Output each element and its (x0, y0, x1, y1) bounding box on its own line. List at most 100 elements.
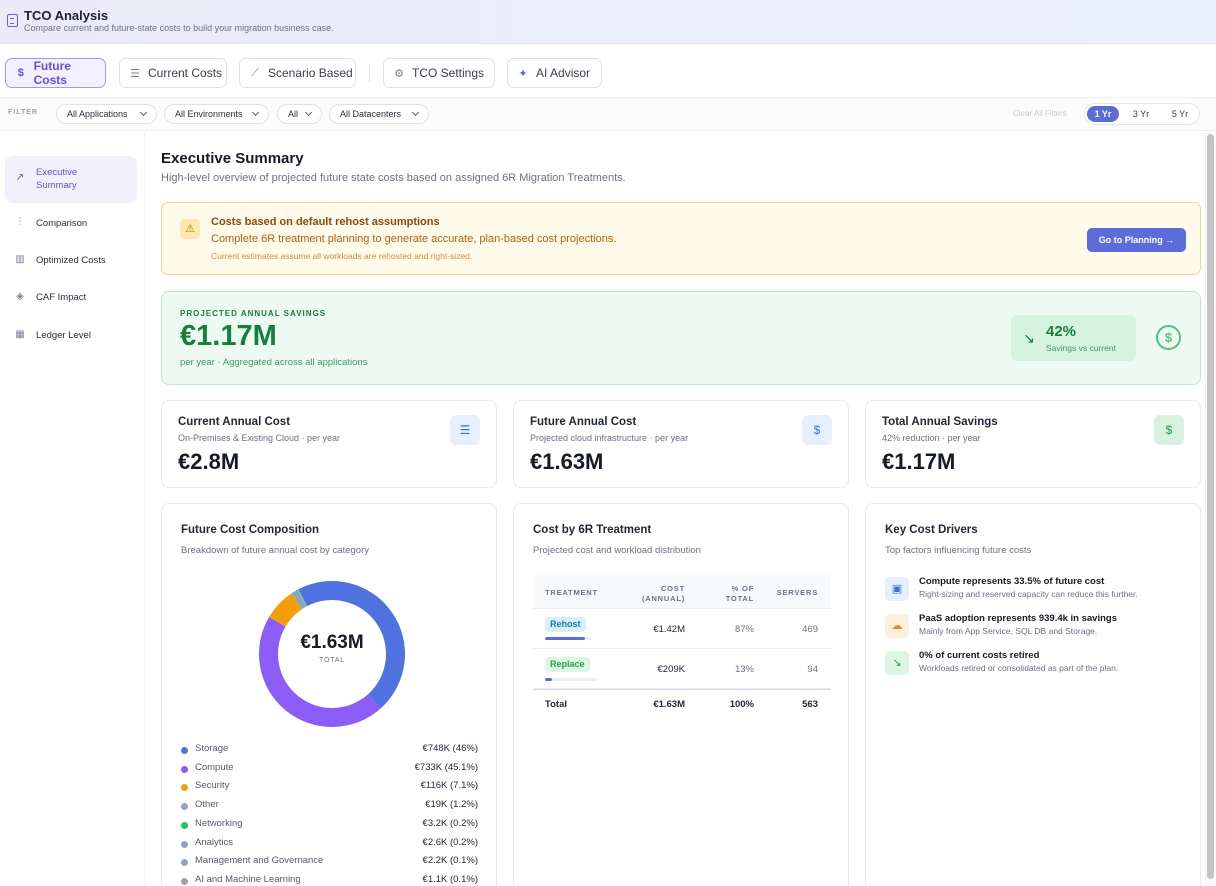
savings-subtext: per year · Aggregated across all applica… (180, 357, 368, 368)
year-5-button[interactable]: 5 Yr (1164, 106, 1196, 122)
tab-scenario-based[interactable]: ⟋ Scenario Based (239, 58, 356, 88)
application-filter[interactable]: All Applications (56, 104, 157, 124)
legend-swatch (181, 784, 188, 792)
year-1-button[interactable]: 1 Yr (1087, 106, 1119, 122)
sidebar-item-comparison[interactable]: ⫶ Comparison (5, 212, 137, 234)
calculator-icon (7, 14, 18, 27)
kpi-subtitle: 42% reduction · per year (882, 433, 981, 443)
legend-value: €116K (7.1%) (420, 780, 478, 792)
filter-bar: FILTER All Applications All Environments… (0, 98, 1216, 131)
driver-title: 0% of current costs retired (919, 650, 1040, 661)
header-line: (ANNUAL) (641, 594, 685, 603)
go-to-planning-button[interactable]: Go to Planning → (1087, 228, 1186, 252)
kpi-title: Future Annual Cost (530, 416, 637, 428)
driver-description: Right-sizing and reserved capacity can r… (919, 589, 1138, 599)
legend-name: AI and Machine Learning (195, 873, 301, 885)
grid-icon: ▦ (15, 329, 25, 340)
treatment-badge: Rehost (545, 617, 586, 632)
tab-divider (369, 66, 370, 82)
driver-title: PaaS adoption represents 939.4k in savin… (919, 613, 1117, 624)
environment-filter[interactable]: All Environments (164, 104, 269, 124)
treatment-badge: Replace (545, 657, 590, 672)
legend-value: €2.6K (0.2%) (422, 836, 478, 848)
percent-cell: 87% (734, 624, 754, 635)
total-cost: €1.63M (653, 699, 685, 710)
year-3-button[interactable]: 3 Yr (1125, 106, 1157, 122)
datacenter-filter[interactable]: All Datacenters (329, 104, 429, 124)
kpi-value: €1.17M (882, 449, 956, 474)
table-row[interactable]: Replace €209K 13% 94 (533, 649, 831, 689)
warning-note: Current estimates assume all workloads a… (211, 251, 473, 261)
header-percent: % OF TOTAL (726, 584, 754, 604)
generic-filter[interactable]: All (277, 104, 322, 124)
card-subtitle: Projected cost and workload distribution (533, 545, 701, 556)
sidebar-item-ledger-level[interactable]: ▦ Ledger Level (5, 324, 137, 346)
header-servers: SERVERS (776, 588, 818, 597)
sidebar-item-label: Comparison (36, 218, 88, 229)
legend-swatch (181, 821, 188, 829)
bar-chart-icon: ⫶ (18, 217, 22, 228)
sidebar-item-optimized-costs[interactable]: ▥ Optimized Costs (5, 249, 137, 271)
table-header: TREATMENT COST (ANNUAL) % OF TOTAL SERVERS (533, 575, 831, 609)
filter-label: FILTER (8, 109, 38, 116)
sidebar-item-executive-summary[interactable]: ↗ Executive Summary (5, 156, 137, 203)
year-selector: 1 Yr 3 Yr 5 Yr (1084, 103, 1200, 125)
table-row[interactable]: Rehost €1.42M 87% 469 (533, 609, 831, 649)
warning-title: Costs based on default rehost assumption… (211, 216, 440, 228)
warning-icon: ⚠ (180, 219, 200, 239)
chevron-down-icon (139, 108, 148, 117)
servers-cell: 469 (802, 624, 818, 635)
sidebar-item-label: Ledger Level (36, 330, 91, 341)
tab-label: AI Advisor (536, 66, 591, 80)
card-title: Cost by 6R Treatment (533, 524, 652, 536)
app-header: TCO Analysis Compare current and future-… (0, 0, 1216, 44)
legend-name: Management and Governance (195, 855, 324, 867)
cloud-icon: ☁ (885, 614, 909, 638)
legend-swatch (181, 840, 188, 848)
share-bar (545, 678, 597, 681)
sparkle-icon: ✦ (518, 67, 528, 80)
dropdown-label: All Environments (175, 109, 243, 119)
savings-percent-label: Savings vs current (1046, 343, 1116, 353)
legend-item: AI and Machine Learning €1.1K (0.1%) (181, 874, 478, 886)
clear-filters-link[interactable]: Clear All Filters (1013, 109, 1067, 118)
legend-item: Security €116K (7.1%) (181, 780, 478, 796)
legend-value: €2.2K (0.1%) (422, 855, 478, 867)
legend-swatch (181, 747, 188, 754)
scrollbar-thumb[interactable] (1207, 134, 1214, 879)
trend-down-icon: ↘ (1023, 330, 1035, 346)
legend-value: €19K (1.2%) (425, 799, 478, 811)
tab-future-costs[interactable]: $ Future Costs (5, 58, 106, 88)
legend-item: Other €19K (1.2%) (181, 799, 478, 815)
projected-savings-card: PROJECTED ANNUAL SAVINGS €1.17M per year… (161, 291, 1201, 385)
kpi-subtitle: On-Premises & Existing Cloud · per year (178, 433, 341, 443)
percent-cell: 13% (734, 664, 754, 675)
legend-value: €1.1K (0.1%) (422, 873, 478, 885)
card-subtitle: Breakdown of future annual cost by categ… (181, 545, 370, 556)
card-title: Key Cost Drivers (885, 524, 978, 536)
chart-icon: ▥ (15, 254, 25, 265)
driver-description: Mainly from App Service, SQL DB and Stor… (919, 626, 1098, 636)
savings-percent: 42% (1046, 323, 1077, 340)
tab-label: TCO Settings (412, 66, 485, 80)
rehost-warning-banner: ⚠ Costs based on default rehost assumpti… (161, 202, 1201, 275)
tab-current-costs[interactable]: ☰ Current Costs (119, 58, 227, 88)
trend-down-icon: ↘ (885, 651, 909, 675)
layers-icon: ◈ (16, 291, 24, 302)
cost-by-treatment-card: Cost by 6R Treatment Projected cost and … (513, 503, 849, 886)
tab-label: Scenario Based (268, 66, 353, 80)
tab-ai-advisor[interactable]: ✦ AI Advisor (507, 58, 602, 88)
current-annual-cost-card: Current Annual Cost On-Premises & Existi… (161, 400, 497, 488)
header-cost: COST (ANNUAL) (642, 584, 685, 604)
cost-cell: €209K (657, 664, 685, 675)
total-percent: 100% (729, 699, 754, 710)
legend-value: €748K (46%) (422, 743, 478, 754)
app-title: TCO Analysis (24, 8, 109, 23)
card-subtitle: Top factors influencing future costs (885, 545, 1032, 556)
warning-message: Complete 6R treatment planning to genera… (211, 233, 617, 245)
cost-driver-item: ▣ Compute represents 33.5% of future cos… (885, 575, 1185, 605)
legend-item: Management and Governance €2.2K (0.1%) (181, 855, 478, 871)
sidebar-item-caf-impact[interactable]: ◈ CAF Impact (5, 286, 137, 308)
tab-tco-settings[interactable]: ⚙ TCO Settings (383, 58, 495, 88)
kpi-title: Current Annual Cost (178, 416, 291, 428)
